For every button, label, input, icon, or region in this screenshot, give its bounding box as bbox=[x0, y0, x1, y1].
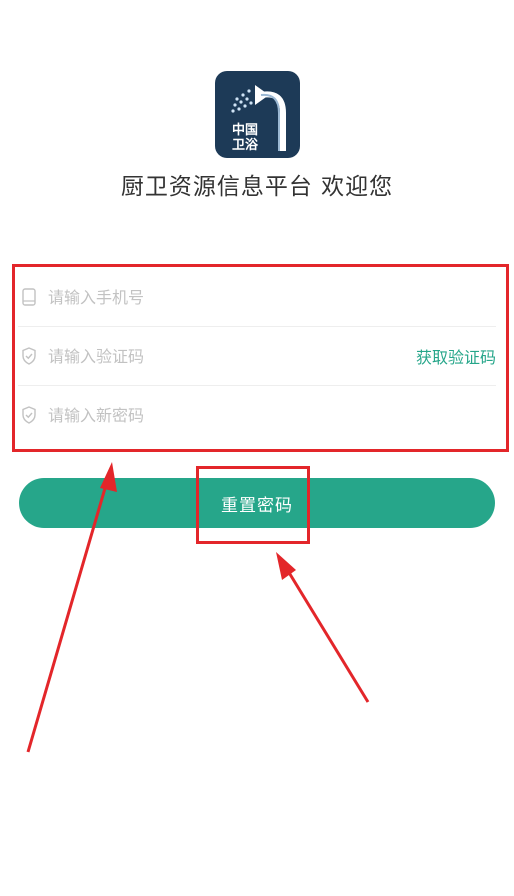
phone-input[interactable] bbox=[48, 282, 496, 312]
reset-password-button[interactable]: 重置密码 bbox=[19, 478, 495, 528]
shield-check-icon bbox=[20, 347, 38, 365]
shield-check-icon bbox=[20, 406, 38, 424]
app-logo: 中国 卫浴 bbox=[215, 71, 300, 158]
new-password-input[interactable] bbox=[48, 400, 496, 430]
verification-code-input[interactable] bbox=[48, 341, 416, 371]
logo-text-line1: 中国 bbox=[232, 122, 258, 138]
get-code-button[interactable]: 获取验证码 bbox=[416, 344, 496, 368]
code-row: 获取验证码 bbox=[18, 327, 496, 386]
new-password-row bbox=[18, 386, 496, 444]
shower-icon: 中国 卫浴 bbox=[231, 85, 286, 153]
reset-password-form: 获取验证码 bbox=[18, 268, 506, 450]
annotation-arrow-right bbox=[276, 552, 370, 703]
logo-text-line2: 卫浴 bbox=[232, 137, 259, 153]
phone-row bbox=[18, 268, 496, 327]
page-title: 厨卫资源信息平台 欢迎您 bbox=[120, 174, 394, 200]
phone-icon bbox=[20, 288, 38, 306]
